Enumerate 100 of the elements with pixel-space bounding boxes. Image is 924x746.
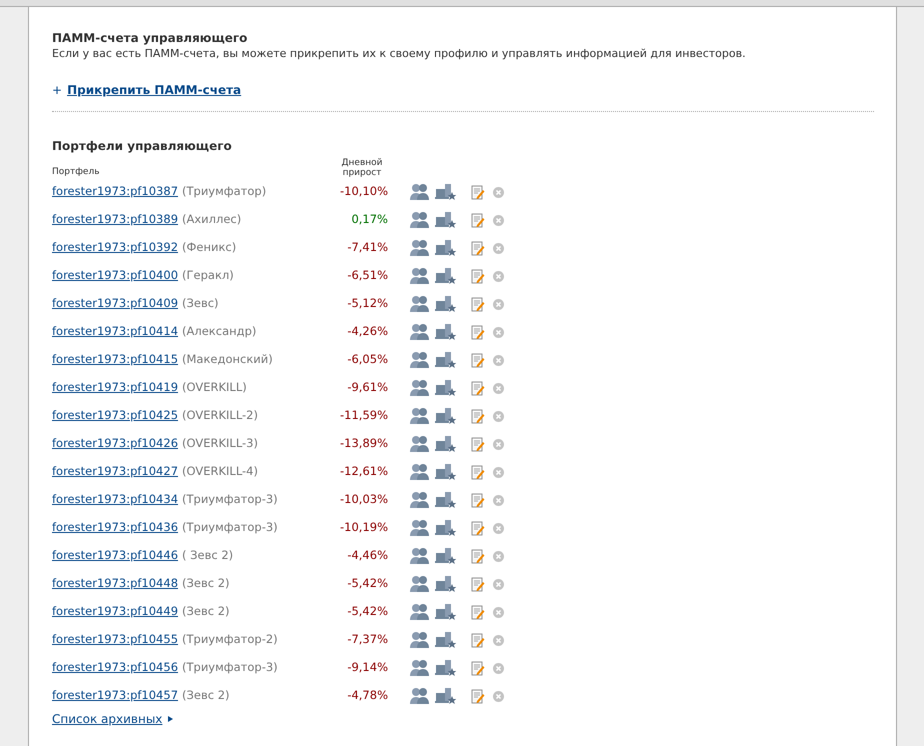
edit-icon[interactable] <box>471 464 485 480</box>
people-icon[interactable] <box>409 547 431 565</box>
portfolio-link[interactable]: forester1973:pf10426 <box>52 435 178 453</box>
monitor-star-icon[interactable] <box>435 407 457 425</box>
portfolio-link[interactable]: forester1973:pf10389 <box>52 211 178 229</box>
people-icon[interactable] <box>409 687 431 705</box>
monitor-star-icon[interactable] <box>435 267 457 285</box>
daily-change: -5,42% <box>346 575 388 592</box>
monitor-star-icon[interactable] <box>435 631 457 649</box>
daily-change: -4,26% <box>346 323 388 340</box>
edit-icon[interactable] <box>471 184 485 200</box>
plus-sign: + <box>52 82 62 99</box>
monitor-star-icon[interactable] <box>435 603 457 621</box>
people-icon[interactable] <box>409 211 431 229</box>
daily-change: -4,46% <box>346 547 388 564</box>
people-icon[interactable] <box>409 463 431 481</box>
edit-icon[interactable] <box>471 324 485 340</box>
people-icon[interactable] <box>409 379 431 397</box>
portfolio-link[interactable]: forester1973:pf10455 <box>52 631 178 649</box>
portfolio-link[interactable]: forester1973:pf10400 <box>52 267 178 285</box>
portfolio-name: (Зевс) <box>182 295 219 312</box>
portfolio-link[interactable]: forester1973:pf10456 <box>52 659 178 677</box>
portfolio-name: (Македонский) <box>182 351 273 368</box>
people-icon[interactable] <box>409 407 431 425</box>
edit-icon[interactable] <box>471 436 485 452</box>
portfolio-link[interactable]: forester1973:pf10457 <box>52 687 178 705</box>
edit-icon[interactable] <box>471 576 485 592</box>
attach-link[interactable]: Прикрепить ПАММ-счета <box>67 81 242 99</box>
description: Если у вас есть ПАММ-счета, вы можете прикрепить их к своему профилю и управлять информацией для инвесторов. <box>52 46 747 62</box>
edit-icon[interactable] <box>471 268 485 284</box>
monitor-star-icon[interactable] <box>435 183 457 201</box>
portfolio-link[interactable]: forester1973:pf10449 <box>52 603 178 621</box>
monitor-star-icon[interactable] <box>435 491 457 509</box>
people-icon[interactable] <box>409 575 431 593</box>
portfolio-link[interactable]: forester1973:pf10409 <box>52 295 178 313</box>
portfolio-link[interactable]: forester1973:pf10392 <box>52 239 178 257</box>
monitor-star-icon[interactable] <box>435 323 457 341</box>
monitor-star-icon[interactable] <box>435 211 457 229</box>
people-icon[interactable] <box>409 631 431 649</box>
portfolio-link[interactable]: forester1973:pf10419 <box>52 379 178 397</box>
section-title: Портфели управляющего <box>52 138 233 154</box>
edit-icon[interactable] <box>471 604 485 620</box>
portfolio-name: (Триумфатор) <box>182 183 266 200</box>
monitor-star-icon[interactable] <box>435 519 457 537</box>
daily-change: -6,51% <box>346 267 388 284</box>
portfolio-link[interactable]: forester1973:pf10448 <box>52 575 178 593</box>
people-icon[interactable] <box>409 295 431 313</box>
people-icon[interactable] <box>409 239 431 257</box>
monitor-star-icon[interactable] <box>435 435 457 453</box>
daily-change: -10,10% <box>339 183 388 200</box>
edit-icon[interactable] <box>471 660 485 676</box>
portfolio-link[interactable]: forester1973:pf10436 <box>52 519 178 537</box>
daily-change: -13,89% <box>339 435 388 452</box>
people-icon[interactable] <box>409 603 431 621</box>
portfolio-name: (Зевс 2) <box>182 575 230 592</box>
portfolio-link[interactable]: forester1973:pf10415 <box>52 351 178 369</box>
portfolio-link[interactable]: forester1973:pf10425 <box>52 407 178 425</box>
monitor-star-icon[interactable] <box>435 659 457 677</box>
monitor-star-icon[interactable] <box>435 463 457 481</box>
portfolio-link[interactable]: forester1973:pf10427 <box>52 463 178 481</box>
people-icon[interactable] <box>409 267 431 285</box>
people-icon[interactable] <box>409 519 431 537</box>
edit-icon[interactable] <box>471 408 485 424</box>
daily-change: -9,14% <box>346 659 388 676</box>
monitor-star-icon[interactable] <box>435 547 457 565</box>
edit-icon[interactable] <box>471 380 485 396</box>
people-icon[interactable] <box>409 659 431 677</box>
people-icon[interactable] <box>409 491 431 509</box>
monitor-star-icon[interactable] <box>435 687 457 705</box>
edit-icon[interactable] <box>471 296 485 312</box>
monitor-star-icon[interactable] <box>435 351 457 369</box>
portfolio-link[interactable]: forester1973:pf10387 <box>52 183 178 201</box>
portfolio-name: (Феникс) <box>182 239 236 256</box>
monitor-star-icon[interactable] <box>435 239 457 257</box>
daily-change: -6,05% <box>346 351 388 368</box>
arrow-icon <box>168 716 174 722</box>
edit-icon[interactable] <box>471 240 485 256</box>
daily-change: -10,03% <box>339 491 388 508</box>
edit-icon[interactable] <box>471 492 485 508</box>
people-icon[interactable] <box>409 183 431 201</box>
monitor-star-icon[interactable] <box>435 379 457 397</box>
monitor-star-icon[interactable] <box>435 295 457 313</box>
people-icon[interactable] <box>409 435 431 453</box>
portfolio-link[interactable]: forester1973:pf10414 <box>52 323 178 341</box>
daily-change: -7,37% <box>346 631 388 648</box>
daily-change: -9,61% <box>346 379 388 396</box>
people-icon[interactable] <box>409 351 431 369</box>
edit-icon[interactable] <box>471 212 485 228</box>
daily-change: -12,61% <box>339 463 388 480</box>
edit-icon[interactable] <box>471 520 485 536</box>
portfolio-name: (OVERKILL-4) <box>182 463 258 480</box>
portfolio-link[interactable]: forester1973:pf10434 <box>52 491 178 509</box>
people-icon[interactable] <box>409 323 431 341</box>
edit-icon[interactable] <box>471 632 485 648</box>
edit-icon[interactable] <box>471 548 485 564</box>
monitor-star-icon[interactable] <box>435 575 457 593</box>
archive-link[interactable]: Список архивных <box>52 710 162 728</box>
edit-icon[interactable] <box>471 688 485 704</box>
portfolio-link[interactable]: forester1973:pf10446 <box>52 547 178 565</box>
edit-icon[interactable] <box>471 352 485 368</box>
